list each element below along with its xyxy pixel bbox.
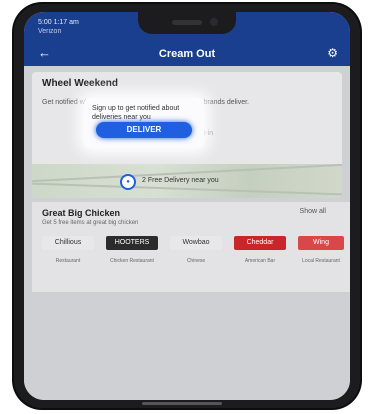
app-bar: ← Cream Out ⚙ [24,42,350,66]
location-pin-icon: ● [120,174,136,190]
brand-chip[interactable]: Wowbao [170,236,222,250]
screen: 5:00 1:17 am Verizon ← Cream Out ⚙ Wheel… [24,12,350,400]
home-indicator [142,402,222,405]
brand-carousel: Chillious Restaurant HOOTERS Chicken Res… [42,236,350,286]
status-carrier: Verizon [38,28,62,35]
highlight-tooltip: Sign up to get notified about deliveries… [84,98,204,148]
status-time: 5:00 1:17 am [38,19,79,26]
brand-caption: Chinese [186,258,206,264]
content: Wheel Weekend Get notified when your fav… [24,66,350,400]
map-preview[interactable]: ● 2 Free Delivery near you [32,163,342,198]
card-title: Wheel Weekend [42,78,118,89]
tooltip-text: Sign up to get notified about deliveries… [92,105,180,121]
section-title: Great Big Chicken [42,208,121,218]
brand-caption: Local Restaurant [302,258,340,264]
show-all-link[interactable]: Show all [300,208,326,215]
section-subtitle: Get 5 free items at great big chicken [42,220,139,226]
front-camera [210,18,218,26]
brand-caption: American Bar [244,258,276,264]
map-label: 2 Free Delivery near you [142,177,219,184]
brand-caption: Restaurant [55,258,81,264]
brand-caption: Chicken Restaurant [110,258,154,264]
brand-section: Great Big Chicken Get 5 free items at gr… [32,202,350,292]
brand-chip[interactable]: HOOTERS [106,236,158,250]
notch [138,12,236,34]
page-title: Cream Out [158,48,216,60]
brand-chip[interactable]: Cheddar [234,236,286,250]
brand-chip[interactable]: Wing [298,236,344,250]
speaker-grille [172,20,202,25]
map-road [32,182,342,196]
brand-chip[interactable]: Chillious [42,236,94,250]
deliver-button[interactable]: DELIVER [96,122,192,138]
phone-frame: 5:00 1:17 am Verizon ← Cream Out ⚙ Wheel… [14,4,360,408]
bell-icon[interactable]: ⚙ [327,46,338,60]
info-card: Wheel Weekend Get notified when your fav… [32,72,342,198]
